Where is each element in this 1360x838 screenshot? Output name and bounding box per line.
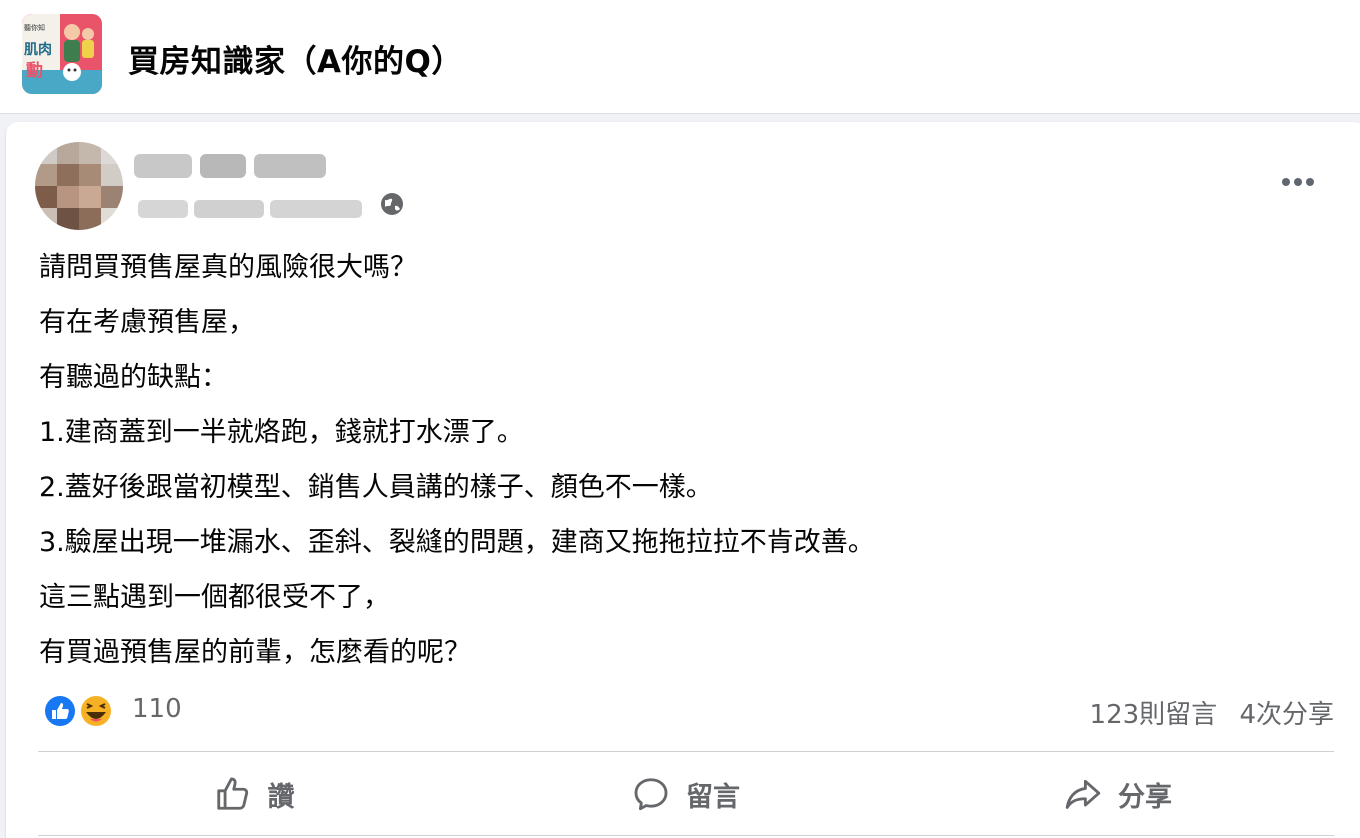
author-name-blurred <box>134 154 326 178</box>
share-icon <box>1065 779 1101 809</box>
engagement-stats: 123則留言 4次分享 <box>1076 694 1334 731</box>
divider-bottom <box>38 835 1334 836</box>
logo-text-bottom: 動 <box>26 60 43 81</box>
post-card: 請問買預售屋真的風險很大嗎？ 有在考慮預售屋， 有聽過的缺點： 1.建商蓋到一半… <box>6 122 1360 838</box>
logo-text-top: 聽你知 <box>24 23 45 32</box>
post-timestamp-blurred <box>138 200 362 218</box>
share-button[interactable]: 分享 <box>902 752 1334 836</box>
author-name[interactable] <box>134 150 330 184</box>
reaction-count[interactable]: 110 <box>132 694 182 724</box>
share-label: 分享 <box>1118 781 1172 813</box>
post-body: 請問買預售屋真的風險很大嗎？ 有在考慮預售屋， 有聽過的缺點： 1.建商蓋到一半… <box>39 240 1329 680</box>
like-button[interactable]: 讚 <box>38 752 470 836</box>
post-actions: 讚 留言 分享 <box>38 752 1334 836</box>
globe-icon <box>381 193 403 215</box>
logo-text-mid: 肌肉 <box>24 41 52 58</box>
comments-count-link[interactable]: 123則留言 <box>1090 700 1218 730</box>
more-options-button[interactable] <box>1270 160 1326 204</box>
post-line: 1.建商蓋到一半就烙跑，錢就打水漂了。 <box>39 417 524 448</box>
group-title[interactable]: 買房知識家（A你的Q） <box>128 36 463 81</box>
reaction-icons[interactable] <box>40 693 120 729</box>
post-meta[interactable] <box>134 192 404 224</box>
like-label: 讚 <box>267 781 295 813</box>
thumbs-up-icon <box>216 777 248 810</box>
shares-count-link[interactable]: 4次分享 <box>1239 700 1334 730</box>
reaction-icons-image <box>43 694 113 728</box>
group-header: 聽你知 肌肉 動 買房知識家（A你的Q） <box>0 0 1360 114</box>
post-line: 有買過預售屋的前輩，怎麼看的呢？ <box>39 637 471 668</box>
post-line: 3.驗屋出現一堆漏水、歪斜、裂縫的問題，建商又拖拖拉拉不肯改善。 <box>39 527 875 558</box>
author-avatar[interactable] <box>35 142 123 230</box>
post-line: 2.蓋好後跟當初模型、銷售人員講的樣子、顏色不一樣。 <box>39 472 713 503</box>
post-line: 有在考慮預售屋， <box>39 307 255 338</box>
comment-button[interactable]: 留言 <box>470 752 902 836</box>
avatar-image <box>35 142 123 230</box>
group-logo[interactable]: 聽你知 肌肉 動 <box>22 14 102 94</box>
comment-icon <box>634 778 668 811</box>
more-icon <box>1282 178 1314 186</box>
post-line: 請問買預售屋真的風險很大嗎？ <box>39 252 417 283</box>
comment-label: 留言 <box>686 781 740 813</box>
group-logo-image: 聽你知 肌肉 動 <box>22 14 102 94</box>
post-line: 有聽過的缺點： <box>39 362 228 393</box>
post-line: 這三點遇到一個都很受不了， <box>39 582 390 613</box>
reactions-summary: 110 123則留言 4次分享 <box>40 688 1336 732</box>
